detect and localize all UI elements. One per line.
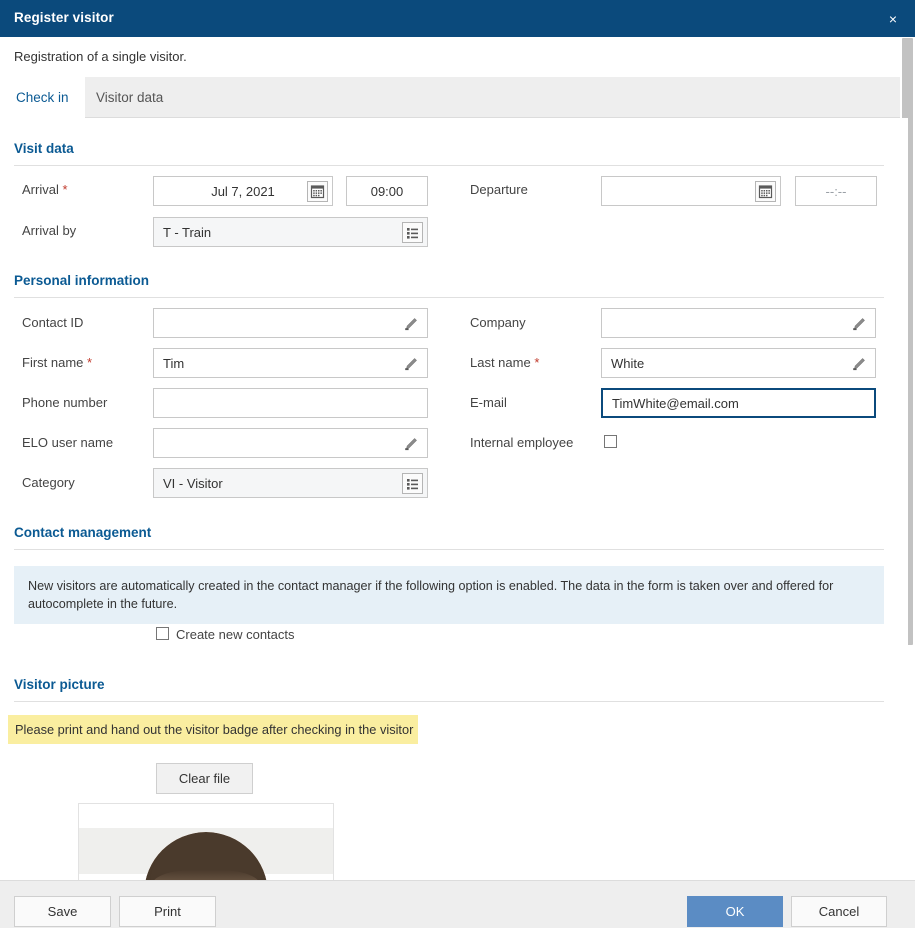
register-visitor-dialog: Register visitor × Registration of a sin… — [0, 0, 915, 928]
label-phone-number: Phone number — [22, 395, 108, 410]
section-title-visitor-picture: Visitor picture — [14, 677, 105, 692]
cancel-button[interactable]: Cancel — [791, 896, 887, 927]
category-value: VI - Visitor — [163, 476, 223, 491]
label-last-name: Last name * — [470, 355, 540, 370]
pencil-icon[interactable] — [851, 316, 867, 332]
elo-user-name-input[interactable] — [153, 428, 428, 458]
label-company: Company — [470, 315, 526, 330]
departure-time-input[interactable]: --:-- — [795, 176, 877, 206]
last-name-value: White — [611, 356, 645, 371]
email-input[interactable]: TimWhite@email.com — [601, 388, 876, 418]
tab-check-in[interactable]: Check in — [0, 77, 85, 118]
pencil-icon[interactable] — [851, 356, 867, 372]
contact-id-input[interactable] — [153, 308, 428, 338]
form-content: Visit data Arrival * Jul 7, 2021 09:00 D… — [0, 118, 908, 880]
section-title-visit-data: Visit data — [14, 141, 74, 156]
label-internal-employee: Internal employee — [470, 435, 574, 450]
label-elo-user-name: ELO user name — [22, 435, 114, 450]
dialog-subtitle: Registration of a single visitor. — [14, 49, 187, 64]
list-select-icon[interactable] — [402, 222, 423, 243]
label-create-new-contacts: Create new contacts — [176, 627, 295, 642]
section-divider-visit-data — [14, 165, 884, 166]
first-name-value: Tim — [163, 356, 185, 371]
required-marker-last-name: * — [534, 355, 540, 370]
arrival-time-value: 09:00 — [370, 184, 404, 199]
calendar-icon[interactable] — [307, 181, 328, 202]
calendar-icon[interactable] — [755, 181, 776, 202]
company-input[interactable] — [601, 308, 876, 338]
phone-number-input[interactable] — [153, 388, 428, 418]
arrival-date-input[interactable]: Jul 7, 2021 — [153, 176, 333, 206]
contact-management-info: New visitors are automatically created i… — [14, 566, 884, 624]
visitor-badge-warning: Please print and hand out the visitor ba… — [8, 715, 418, 744]
arrival-by-value: T - Train — [163, 225, 212, 240]
section-title-contact-management: Contact management — [14, 525, 152, 540]
ok-button[interactable]: OK — [687, 896, 783, 927]
arrival-by-select[interactable]: T - Train — [153, 217, 428, 247]
pencil-icon[interactable] — [403, 356, 419, 372]
internal-employee-checkbox[interactable] — [604, 435, 617, 448]
save-button[interactable]: Save — [14, 896, 111, 927]
section-divider-visitor-picture — [14, 701, 884, 702]
departure-date-value — [602, 177, 780, 207]
clear-file-button[interactable]: Clear file — [156, 763, 253, 794]
pencil-icon[interactable] — [403, 316, 419, 332]
tab-visitor-data[interactable]: Visitor data — [80, 77, 179, 118]
required-marker-arrival: * — [62, 182, 68, 197]
email-value: TimWhite@email.com — [612, 396, 739, 411]
arrival-date-value: Jul 7, 2021 — [211, 184, 275, 199]
dialog-title: Register visitor — [14, 10, 114, 25]
print-button[interactable]: Print — [119, 896, 216, 927]
label-category: Category — [22, 475, 75, 490]
last-name-input[interactable]: White — [601, 348, 876, 378]
label-departure: Departure — [470, 182, 528, 197]
dialog-subtitle-bar: Registration of a single visitor. — [0, 37, 915, 77]
departure-date-input[interactable] — [601, 176, 781, 206]
arrival-time-input[interactable]: 09:00 — [346, 176, 428, 206]
label-arrival: Arrival * — [22, 182, 68, 197]
pencil-icon[interactable] — [403, 436, 419, 452]
dialog-footer: Save Print OK Cancel — [0, 880, 915, 928]
section-divider-contact-management — [14, 549, 884, 550]
tab-bar: Check in Visitor data — [0, 77, 908, 118]
section-divider-personal-information — [14, 297, 884, 298]
label-first-name: First name * — [22, 355, 93, 370]
label-email: E-mail — [470, 395, 507, 410]
dialog-titlebar: Register visitor × — [0, 0, 915, 37]
create-new-contacts-checkbox[interactable] — [156, 627, 169, 640]
category-select[interactable]: VI - Visitor — [153, 468, 428, 498]
departure-time-value: --:-- — [825, 184, 847, 199]
label-contact-id: Contact ID — [22, 315, 84, 330]
list-select-icon[interactable] — [402, 473, 423, 494]
first-name-input[interactable]: Tim — [153, 348, 428, 378]
label-arrival-by: Arrival by — [22, 223, 77, 238]
required-marker-first-name: * — [87, 355, 93, 370]
close-icon[interactable]: × — [881, 8, 905, 30]
section-title-personal-information: Personal information — [14, 273, 150, 288]
